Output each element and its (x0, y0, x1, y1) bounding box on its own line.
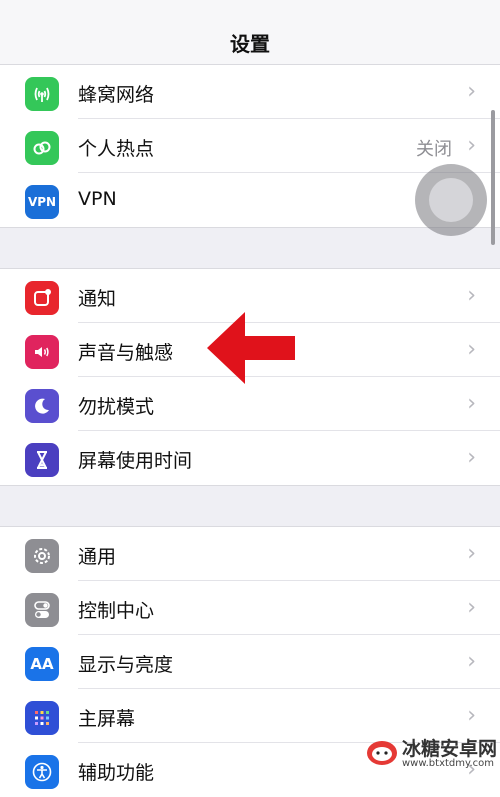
cellular-antenna-icon (25, 77, 59, 111)
personal-hotspot-icon (25, 131, 59, 165)
vpn-icon-text: VPN (27, 195, 57, 209)
settings-row-label: 控制中心 (78, 600, 155, 622)
settings-row-display-brightness[interactable]: AA 显示与亮度 › (0, 635, 500, 689)
chevron-right-icon: › (467, 595, 476, 620)
chevron-right-icon: › (467, 337, 476, 362)
vpn-icon: VPN (25, 185, 59, 219)
settings-row-label: 通知 (78, 288, 117, 310)
chevron-right-icon: › (467, 133, 476, 158)
chevron-right-icon: › (467, 391, 476, 416)
watermark-url: www.btxtdmy.com (402, 758, 495, 769)
chevron-right-icon: › (467, 649, 476, 674)
chevron-right-icon: › (467, 283, 476, 308)
gear-icon (25, 539, 59, 573)
settings-row-label: 屏幕使用时间 (78, 450, 193, 472)
hourglass-icon (25, 443, 59, 477)
toggle-switches-icon (25, 593, 59, 627)
settings-row-label: 主屏幕 (78, 708, 136, 730)
speaker-icon (25, 335, 59, 369)
accessibility-icon (25, 755, 59, 789)
chevron-right-icon: › (467, 445, 476, 470)
settings-row-label: 通用 (78, 546, 117, 568)
settings-row-label: VPN (78, 188, 117, 210)
aa-icon-text: AA (30, 655, 54, 673)
settings-row-label: 声音与触感 (78, 342, 174, 364)
settings-row-label: 勿扰模式 (78, 396, 155, 418)
assistive-touch-button[interactable] (415, 164, 487, 236)
watermark: 冰糖安卓网 www.btxtdmy.com (362, 730, 500, 771)
chevron-right-icon: › (467, 703, 476, 728)
home-grid-icon (25, 701, 59, 735)
watermark-logo-icon (367, 741, 397, 765)
settings-row-label: 显示与亮度 (78, 654, 174, 676)
chevron-right-icon: › (467, 541, 476, 566)
settings-row-personal-hotspot[interactable]: 个人热点 关闭 › (0, 119, 500, 173)
settings-row-screen-time[interactable]: 屏幕使用时间 › (0, 431, 500, 485)
settings-row-general[interactable]: 通用 › (0, 527, 500, 581)
settings-row-label: 蜂窝网络 (78, 84, 155, 106)
page-title: 设置 (230, 32, 270, 56)
notifications-icon (25, 281, 59, 315)
moon-icon (25, 389, 59, 423)
settings-row-label: 辅助功能 (78, 762, 155, 784)
settings-row-control-center[interactable]: 控制中心 › (0, 581, 500, 635)
scrollbar[interactable] (491, 110, 495, 245)
settings-row-cellular[interactable]: 蜂窝网络 › (0, 65, 500, 119)
annotation-arrow-icon (207, 312, 295, 384)
settings-row-label: 个人热点 (78, 138, 155, 160)
chevron-right-icon: › (467, 79, 476, 104)
navigation-bar: 设置 (0, 0, 500, 69)
aa-text-icon: AA (25, 647, 59, 681)
watermark-text: 冰糖安卓网 (402, 738, 498, 760)
hotspot-status-value: 关闭 (416, 139, 452, 160)
